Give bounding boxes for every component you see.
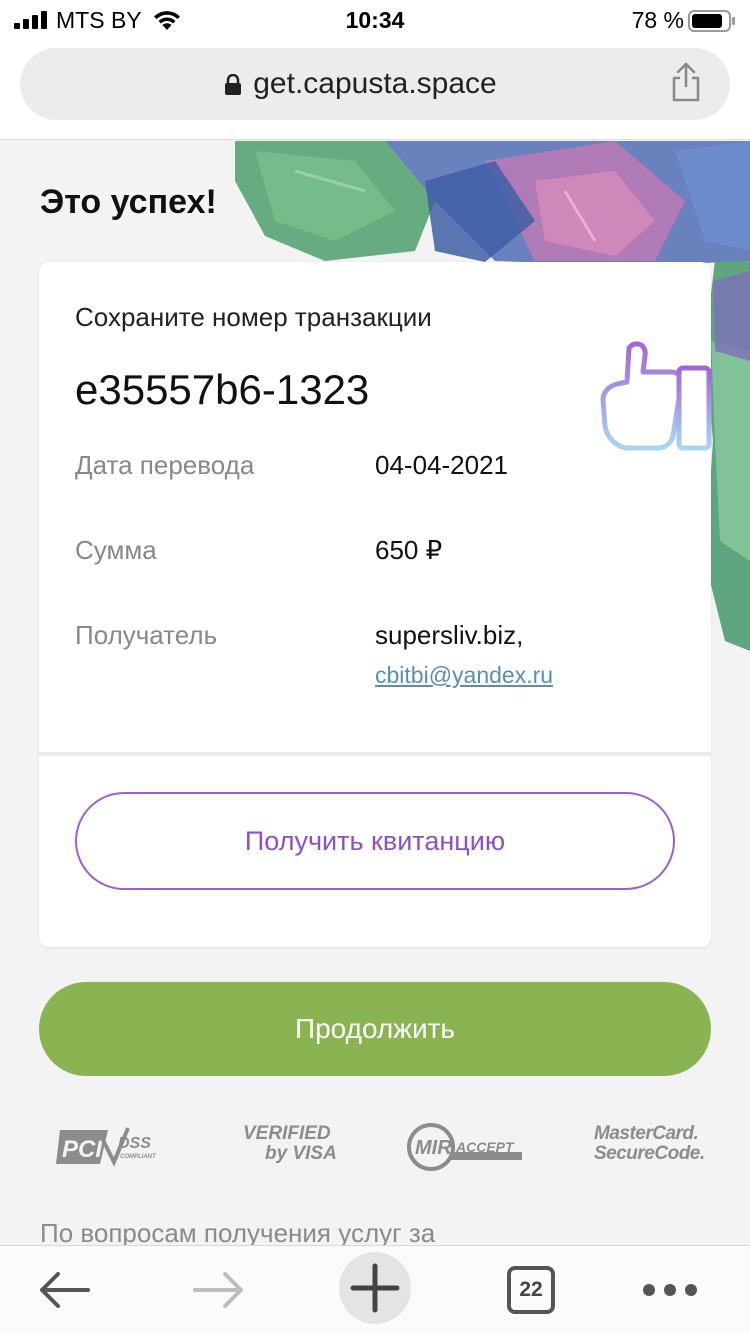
pci-dss-logo: PCI DSS COMPLIANT	[56, 1126, 157, 1173]
transfer-date-label: Дата перевода	[75, 450, 255, 480]
browser-address-area: get.capusta.space	[0, 40, 750, 140]
recipient-value: supersliv.biz,	[375, 620, 524, 650]
card-divider	[39, 752, 711, 756]
recipient-email-link[interactable]: cbitbi@yandex.ru	[375, 662, 553, 689]
back-arrow-icon[interactable]	[38, 1270, 90, 1310]
transaction-id: e35557b6-1323	[75, 366, 370, 413]
svg-text:ACCEPT: ACCEPT	[455, 1139, 515, 1155]
svg-text:COMPLIANT: COMPLIANT	[120, 1154, 156, 1160]
thumbs-up-icon	[600, 341, 712, 451]
svg-text:MIR: MIR	[415, 1137, 452, 1159]
mastercard-logo-line1: MasterCard.	[594, 1123, 699, 1144]
more-menu-icon[interactable]	[642, 1283, 698, 1297]
tabs-count-button[interactable]: 22	[507, 1266, 555, 1314]
battery-percent: 78 %	[631, 7, 684, 33]
transaction-card: Сохраните номер транзакции e35557b6-1323…	[39, 262, 712, 947]
save-transaction-label: Сохраните номер транзакции	[75, 302, 432, 332]
amount-value: 650 ₽	[375, 535, 443, 565]
new-tab-button[interactable]	[339, 1252, 411, 1324]
share-icon[interactable]	[670, 62, 702, 102]
browser-toolbar: 22	[0, 1245, 750, 1334]
mastercard-securecode-logo: MasterCard. SecureCode.	[594, 1124, 705, 1164]
recipient-label: Получатель	[75, 620, 218, 650]
transfer-date-value: 04-04-2021	[375, 450, 508, 480]
verified-by-visa-logo: VERIFIED by VISA	[243, 1124, 337, 1164]
get-receipt-button[interactable]: Получить квитанцию	[75, 792, 675, 890]
svg-text:DSS: DSS	[118, 1135, 151, 1152]
plus-icon	[350, 1263, 400, 1313]
mastercard-logo-line2: SecureCode.	[594, 1143, 705, 1164]
visa-logo-line2: by VISA	[265, 1143, 337, 1164]
battery-icon	[688, 10, 735, 32]
visa-logo-line1: VERIFIED	[243, 1123, 331, 1144]
forward-arrow-icon[interactable]	[193, 1270, 245, 1310]
mir-accept-logo: MIR ACCEPT	[406, 1122, 526, 1177]
url-text: get.capusta.space	[253, 67, 497, 100]
page-title: Это успех!	[40, 183, 217, 221]
amount-label: Сумма	[75, 535, 157, 565]
status-bar: MTS BY 10:34 78 %	[0, 0, 750, 40]
address-bar[interactable]: get.capusta.space	[20, 48, 730, 120]
svg-text:PCI: PCI	[62, 1136, 103, 1163]
continue-button[interactable]: Продолжить	[39, 982, 711, 1076]
